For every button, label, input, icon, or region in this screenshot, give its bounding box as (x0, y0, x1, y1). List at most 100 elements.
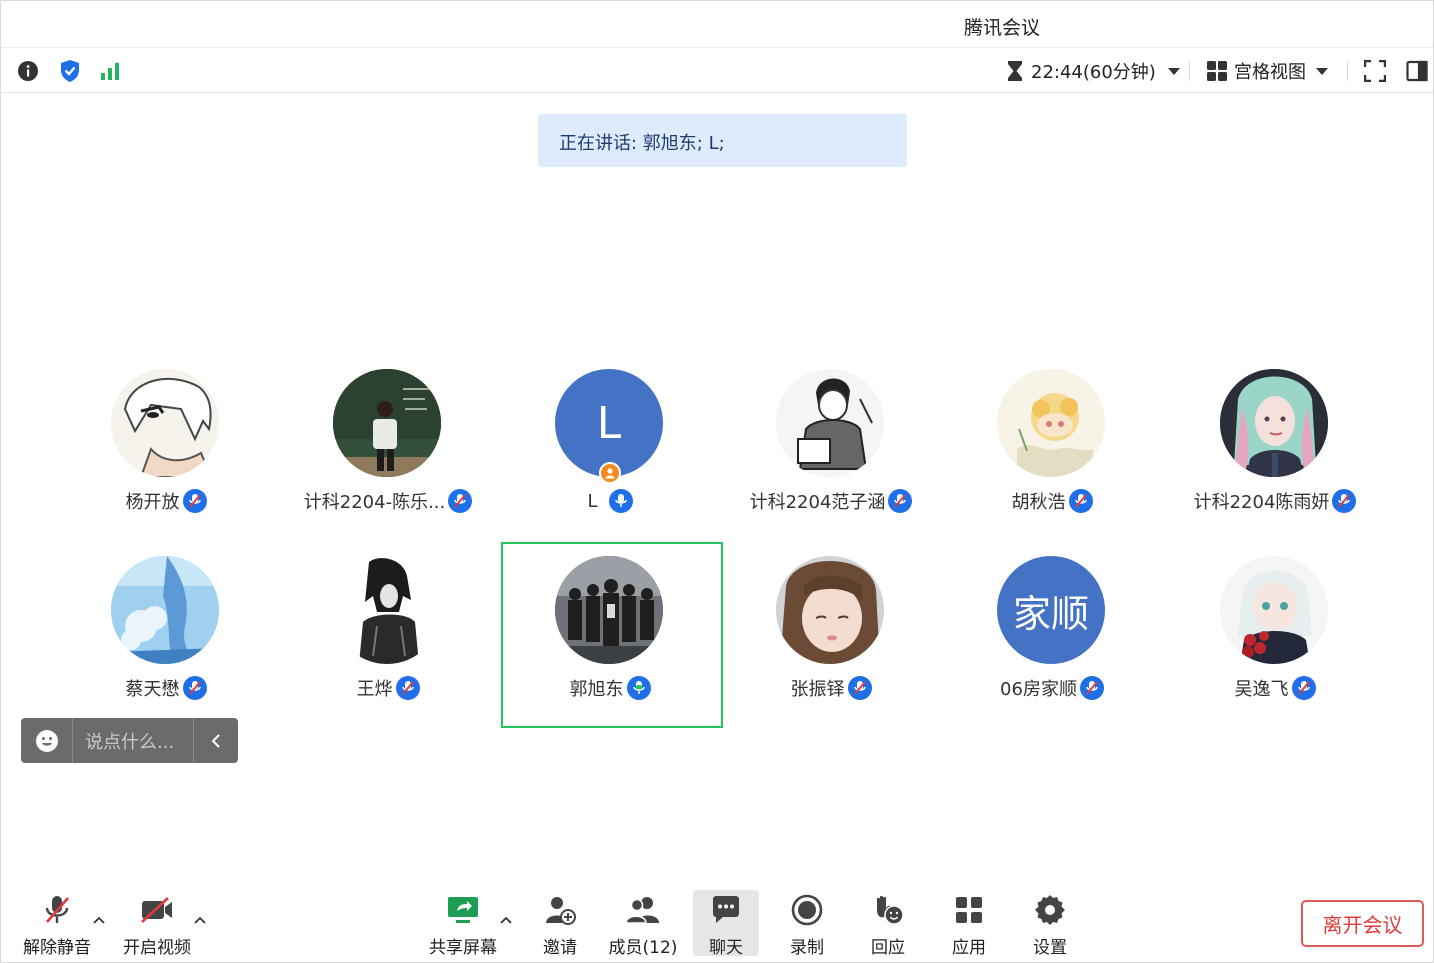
react-button[interactable]: 回应 (857, 889, 919, 959)
participant-name: 计科2204陈雨妍 (1193, 492, 1330, 513)
record-label: 录制 (790, 938, 824, 958)
participant-tile[interactable]: 蔡天懋 (56, 556, 276, 741)
top-toolbar: 22:44(60分钟) 宫格视图 (1, 49, 1433, 93)
mic-muted-icon (448, 489, 473, 513)
title-bar: 腾讯会议 (1, 1, 1433, 48)
view-mode-label: 宫格视图 (1234, 62, 1306, 83)
shield-icon[interactable] (58, 59, 82, 83)
participant-tile[interactable]: 杨开放 (56, 369, 276, 554)
raise-hand-icon (870, 892, 906, 928)
members-icon (625, 892, 661, 928)
timer-text: 22:44(60分钟) (1031, 62, 1156, 83)
record-button[interactable]: 录制 (776, 889, 838, 959)
meeting-window: 腾讯会议 22:44(60分钟) 宫格视图 正在讲话: 郭旭东; L; 杨开放 … (0, 0, 1434, 963)
mic-muted-icon (182, 676, 207, 700)
camera-off-icon (139, 892, 175, 928)
mic-muted-icon (1332, 489, 1357, 513)
participant-tile[interactable]: 计科2204陈雨妍 (1165, 369, 1385, 554)
chat-label: 聊天 (709, 938, 743, 958)
members-button[interactable]: 成员(12) (607, 889, 679, 959)
participant-tile[interactable]: 王烨 (278, 556, 498, 741)
participant-name: 胡秋浩 (1011, 492, 1066, 513)
avatar (111, 369, 219, 477)
emoji-icon[interactable] (21, 718, 73, 763)
participant-name: 杨开放 (125, 492, 180, 513)
unmute-button[interactable]: 解除静音 (21, 889, 93, 959)
chevron-up-icon[interactable] (92, 913, 106, 927)
chat-input[interactable]: 说点什么... (73, 728, 193, 754)
chat-icon (708, 892, 744, 928)
toolbar-divider (1189, 61, 1190, 81)
chevron-down-icon (1167, 67, 1180, 75)
chevron-up-icon[interactable] (193, 913, 207, 927)
avatar (111, 556, 219, 664)
participant-tile[interactable]: 家顺 06房家顺 (942, 556, 1162, 741)
participant-name-row: L (500, 488, 720, 514)
participant-name-row: 张振铎 (721, 675, 941, 701)
share-screen-icon (445, 892, 481, 928)
participant-name: 计科2204-陈乐... (303, 492, 446, 513)
participant-tile[interactable]: L L (500, 369, 720, 554)
share-screen-label: 共享屏幕 (429, 938, 497, 958)
share-screen-button[interactable]: 共享屏幕 (427, 889, 499, 959)
avatar (333, 556, 441, 664)
chevron-left-icon[interactable] (193, 718, 238, 763)
sidebar-toggle-icon[interactable] (1405, 59, 1429, 83)
participant-name: 郭旭东 (569, 679, 624, 700)
react-label: 回应 (871, 938, 905, 958)
mic-off-icon (39, 892, 75, 928)
members-label: 成员(12) (608, 938, 678, 958)
record-icon (789, 892, 825, 928)
apps-button[interactable]: 应用 (938, 889, 1000, 959)
mic-muted-icon (1079, 676, 1104, 700)
avatar (776, 369, 884, 477)
participant-name: 吴逸飞 (1234, 679, 1289, 700)
start-video-button[interactable]: 开启视频 (121, 889, 193, 959)
participant-name: L (587, 490, 598, 512)
meeting-timer[interactable]: 22:44(60分钟) (1007, 58, 1180, 84)
apps-icon (951, 892, 987, 928)
leave-meeting-button[interactable]: 离开会议 (1301, 900, 1424, 947)
chevron-up-icon[interactable] (499, 913, 513, 927)
hourglass-icon (1008, 61, 1022, 81)
chat-button[interactable]: 聊天 (693, 889, 759, 959)
view-mode-dropdown[interactable]: 宫格视图 (1206, 58, 1328, 84)
participant-tile[interactable]: 胡秋浩 (942, 369, 1162, 554)
avatar: L (555, 369, 663, 477)
info-icon[interactable] (16, 59, 40, 83)
invite-button[interactable]: 邀请 (529, 889, 591, 959)
settings-button[interactable]: 设置 (1019, 889, 1081, 959)
participant-name: 张振铎 (790, 679, 845, 700)
participant-name-row: 计科2204范子涵 (721, 488, 941, 514)
participant-name: 计科2204范子涵 (749, 492, 886, 513)
invite-label: 邀请 (543, 938, 577, 958)
mic-speaking-icon (626, 676, 651, 700)
participant-name-row: 胡秋浩 (942, 488, 1162, 514)
participant-name-row: 杨开放 (56, 488, 276, 514)
avatar (333, 369, 441, 477)
avatar (1220, 556, 1328, 664)
participant-tile[interactable]: 郭旭东 (500, 556, 720, 741)
avatar (776, 556, 884, 664)
toolbar-divider (1347, 61, 1348, 81)
quick-chat-bar[interactable]: 说点什么... (21, 718, 238, 763)
unmute-label: 解除静音 (23, 938, 91, 958)
signal-strength-icon[interactable] (99, 59, 123, 83)
participant-name-row: 蔡天懋 (56, 675, 276, 701)
mic-muted-icon (847, 676, 872, 700)
participant-name: 王烨 (356, 679, 393, 700)
participant-name-row: 王烨 (278, 675, 498, 701)
speaking-banner: 正在讲话: 郭旭东; L; (538, 114, 907, 167)
participant-tile[interactable]: 张振铎 (721, 556, 941, 741)
participant-tile[interactable]: 计科2204-陈乐... (278, 369, 498, 554)
avatar: 家顺 (997, 556, 1105, 664)
fullscreen-icon[interactable] (1363, 59, 1387, 83)
participant-tile[interactable]: 计科2204范子涵 (721, 369, 941, 554)
avatar-letter: L (596, 397, 622, 449)
participant-name: 蔡天懋 (125, 679, 180, 700)
gear-icon (1032, 892, 1068, 928)
app-title: 腾讯会议 (964, 17, 1041, 39)
mic-muted-icon (1068, 489, 1093, 513)
participant-name-row: 吴逸飞 (1165, 675, 1385, 701)
participant-tile[interactable]: 吴逸飞 (1165, 556, 1385, 741)
